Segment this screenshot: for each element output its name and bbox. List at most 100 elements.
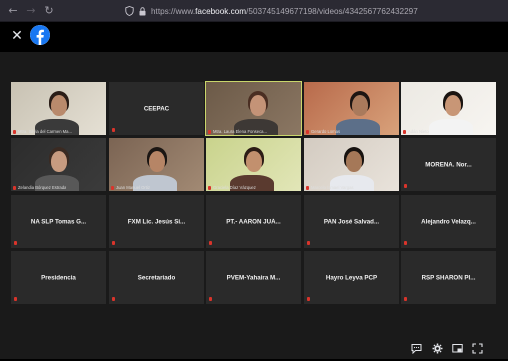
participant-name: PAN José Salvad... xyxy=(323,218,380,225)
participant-name: Mtra. Silvia del Carmen Ma... xyxy=(18,129,72,134)
mic-muted-icon xyxy=(14,297,17,301)
participant-name: Adán Nieto xyxy=(408,129,429,134)
player-controls xyxy=(0,337,508,359)
mic-muted-icon xyxy=(306,185,309,190)
url-host: facebook.com xyxy=(195,6,247,16)
participant-video xyxy=(11,138,106,191)
participant-label: Gerardo Lomas xyxy=(306,129,340,134)
close-icon: ✕ xyxy=(11,28,23,44)
reload-icon: ↻ xyxy=(44,4,54,17)
participant-name: Gerardo Lomas xyxy=(311,129,341,134)
participant-tile[interactable]: NA SLP Tomas G... xyxy=(11,195,106,248)
mic-muted-icon xyxy=(208,185,211,190)
reload-button[interactable]: ↻ xyxy=(40,0,58,22)
facebook-logo-icon[interactable] xyxy=(30,25,50,45)
close-button[interactable]: ✕ xyxy=(10,29,24,43)
forward-button[interactable]: → xyxy=(22,0,40,22)
mic-muted-icon xyxy=(13,129,16,134)
participant-label: Juan Manuel Ortiz xyxy=(111,185,150,190)
participant-name: PVEM-Yahaira M... xyxy=(226,274,281,281)
arrow-right-icon: → xyxy=(26,4,36,17)
participant-tile[interactable]: Marcelo Ismael Vargas xyxy=(304,138,399,191)
participant-name: Hayro Leyva PCP xyxy=(325,274,378,281)
participant-tile[interactable]: Presidencia xyxy=(11,251,106,304)
mic-muted-icon xyxy=(404,184,407,188)
picture-in-picture-icon[interactable] xyxy=(451,343,463,355)
participant-name: Alejandro Velazq... xyxy=(421,218,476,225)
participant-tile[interactable]: Mtra. Silvia del Carmen Ma... xyxy=(11,82,106,135)
participant-tile[interactable]: FXM Lic. Jesús Si... xyxy=(109,195,204,248)
participant-video xyxy=(206,82,301,135)
participant-name: Mtra. Laura Elena Fonseca... xyxy=(213,129,267,134)
participant-video xyxy=(401,82,496,135)
participant-tile[interactable]: Gerardo Lomas xyxy=(304,82,399,135)
participant-name: Marcelo Ismael Vargas xyxy=(311,185,354,190)
participant-video xyxy=(304,82,399,135)
participant-tile[interactable]: PT.- AARÓN JUÁ... xyxy=(206,195,301,248)
url-path: /503745149677198/videos/434256776243229​… xyxy=(246,6,418,16)
settings-icon[interactable] xyxy=(431,343,443,355)
mic-muted-icon xyxy=(112,297,115,301)
mic-muted-icon xyxy=(403,129,406,134)
participant-tile[interactable]: Secretariado xyxy=(109,251,204,304)
participant-video xyxy=(11,82,106,135)
mic-muted-icon xyxy=(307,241,310,245)
participant-tile[interactable]: Hayro Leyva PCP xyxy=(304,251,399,304)
url-prefix: https://www. xyxy=(151,6,196,16)
participant-video xyxy=(206,138,301,191)
mic-muted-icon xyxy=(404,241,407,245)
participant-label: Mtra. Laura Elena Fonseca... xyxy=(208,129,267,134)
mic-muted-icon xyxy=(111,185,114,190)
participant-label: Graciela Díaz Vázquez xyxy=(208,185,256,190)
mic-muted-icon xyxy=(14,241,17,245)
mic-muted-icon xyxy=(112,241,115,245)
participant-tile[interactable]: Alejandro Velazq... xyxy=(401,195,496,248)
url-text: https://www.facebook.com/503745149677198… xyxy=(151,7,418,16)
video-player[interactable]: Mtra. Silvia del Carmen Ma... CEEPAC Mtra.… xyxy=(0,52,508,359)
participant-video xyxy=(109,138,204,191)
mic-muted-icon xyxy=(13,185,16,190)
mic-muted-icon xyxy=(112,128,115,132)
participant-name: FXM Lic. Jesús Si... xyxy=(127,218,186,225)
participant-name: CEEPAC xyxy=(143,105,170,112)
participant-name: Presidencia xyxy=(41,274,76,281)
mic-muted-icon xyxy=(404,297,407,301)
mic-muted-icon xyxy=(208,129,211,134)
address-bar[interactable]: https://www.facebook.com/503745149677198… xyxy=(122,3,505,19)
mic-muted-icon xyxy=(209,297,212,301)
participant-video xyxy=(304,138,399,191)
video-viewer: ✕ Mtra. Silvia del Carmen Ma... CEEPAC Mtr… xyxy=(0,22,508,361)
participant-tile[interactable]: Graciela Díaz Vázquez xyxy=(206,138,301,191)
participant-tile[interactable]: CEEPAC xyxy=(109,82,204,135)
arrow-left-icon: ← xyxy=(8,4,18,17)
lock-icon[interactable] xyxy=(136,3,148,19)
participant-tile[interactable]: PVEM-Yahaira M... xyxy=(206,251,301,304)
participant-label: Adán Nieto xyxy=(403,129,429,134)
participant-name: Zelandia Bórquez Estrada xyxy=(18,185,67,190)
participant-name: Juan Manuel Ortiz xyxy=(116,185,150,190)
participant-tile[interactable]: Zelandia Bórquez Estrada xyxy=(11,138,106,191)
participant-tile[interactable]: Adán Nieto xyxy=(401,82,496,135)
participant-name: PT.- AARÓN JUÁ... xyxy=(226,218,281,225)
participant-tile[interactable]: Mtra. Laura Elena Fonseca... xyxy=(205,81,302,136)
participant-tile[interactable]: RSP SHARON PI... xyxy=(401,251,496,304)
comment-icon[interactable] xyxy=(410,343,422,355)
participant-tile[interactable]: PAN José Salvad... xyxy=(304,195,399,248)
participant-tile[interactable]: MORENA. Nor... xyxy=(401,138,496,191)
participant-name: MORENA. Nor... xyxy=(425,161,472,168)
mic-muted-icon xyxy=(306,129,309,134)
participant-name: RSP SHARON PI... xyxy=(421,274,476,281)
browser-toolbar: ← → ↻ https://www.facebook.com/503745149… xyxy=(0,0,508,22)
participant-label: Zelandia Bórquez Estrada xyxy=(13,185,66,190)
fullscreen-icon[interactable] xyxy=(471,343,483,355)
mic-muted-icon xyxy=(209,241,212,245)
participant-tile[interactable]: Juan Manuel Ortiz xyxy=(109,138,204,191)
participant-name: Secretariado xyxy=(137,274,176,281)
tracking-protection-icon[interactable] xyxy=(122,3,136,19)
mic-muted-icon xyxy=(307,297,310,301)
participant-name: NA SLP Tomas G... xyxy=(30,218,87,225)
participant-name: Graciela Díaz Vázquez xyxy=(213,185,256,190)
back-button[interactable]: ← xyxy=(4,0,22,22)
participant-label: Marcelo Ismael Vargas xyxy=(306,185,354,190)
participant-label: Mtra. Silvia del Carmen Ma... xyxy=(13,129,72,134)
